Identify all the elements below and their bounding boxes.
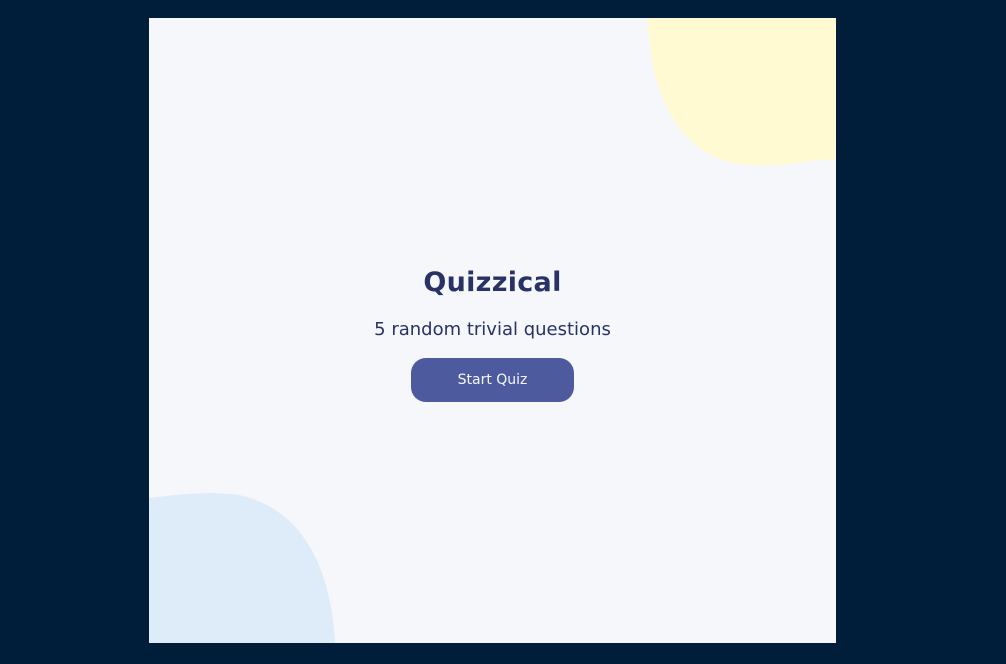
start-quiz-button[interactable]: Start Quiz: [411, 358, 574, 402]
decorative-blue-blob: [149, 493, 335, 643]
start-screen-content: Quizzical 5 random trivial questions Sta…: [149, 265, 836, 402]
app-subtitle: 5 random trivial questions: [374, 319, 611, 340]
quiz-start-card: Quizzical 5 random trivial questions Sta…: [149, 18, 836, 643]
app-title: Quizzical: [423, 267, 562, 298]
decorative-yellow-blob: [648, 18, 836, 166]
